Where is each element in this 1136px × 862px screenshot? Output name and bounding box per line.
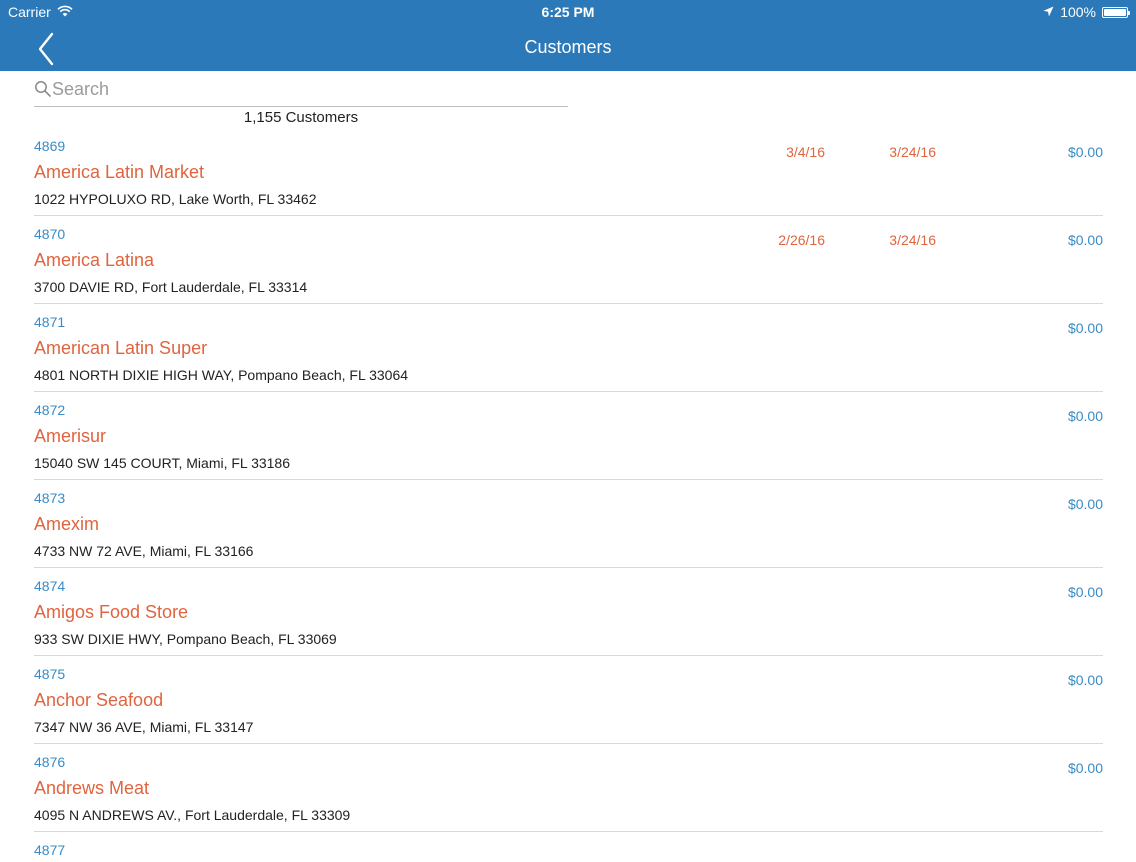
customer-amount: $0.00 (1067, 760, 1103, 776)
customer-address: 4801 NORTH DIXIE HIGH WAY, Pompano Beach… (34, 367, 409, 383)
customer-row[interactable]: 4872 Amerisur 15040 SW 145 COURT, Miami,… (34, 392, 1103, 480)
customer-row[interactable]: 4873 Amexim 4733 NW 72 AVE, Miami, FL 33… (34, 480, 1103, 568)
battery-icon (1102, 6, 1130, 18)
customer-id: 4872 (34, 402, 66, 418)
customer-address: 4095 N ANDREWS AV., Fort Lauderdale, FL … (34, 807, 351, 823)
search-input[interactable] (52, 76, 552, 102)
customer-id: 4875 (34, 666, 66, 682)
customer-amount: $0.00 (1067, 408, 1103, 424)
page-title: Customers (524, 37, 612, 57)
customer-id: 4869 (34, 138, 66, 154)
customer-row[interactable]: 4871 American Latin Super 4801 NORTH DIX… (34, 304, 1103, 392)
customer-id: 4874 (34, 578, 66, 594)
customer-amount: $0.00 (1067, 584, 1103, 600)
customer-id: 4877 (34, 842, 66, 858)
customer-id: 4873 (34, 490, 66, 506)
customer-date-2: 3/24/16 (889, 144, 936, 160)
customer-address: 7347 NW 36 AVE, Miami, FL 33147 (34, 719, 254, 735)
customer-address: 4733 NW 72 AVE, Miami, FL 33166 (34, 543, 254, 559)
customer-amount: $0.00 (1067, 496, 1103, 512)
customer-name: Anchor Seafood (34, 690, 164, 710)
customer-id: 4870 (34, 226, 66, 242)
customer-date-2: 3/24/16 (889, 232, 936, 248)
status-bar: Carrier 6:25 PM 100% (0, 0, 1136, 24)
customer-address: 15040 SW 145 COURT, Miami, FL 33186 (34, 455, 291, 471)
battery-percent: 100% (1060, 4, 1096, 20)
status-time: 6:25 PM (541, 4, 595, 20)
customer-row[interactable]: 4875 Anchor Seafood 7347 NW 36 AVE, Miam… (34, 656, 1103, 744)
customer-row[interactable]: 4870 America Latina 3700 DAVIE RD, Fort … (34, 216, 1103, 304)
nav-bar: Customers (0, 24, 1136, 71)
customer-row[interactable]: 4869 America Latin Market 1022 HYPOLUXO … (34, 128, 1103, 216)
customer-name: Amexim (34, 514, 100, 534)
search-icon (34, 80, 52, 98)
customer-address: 1022 HYPOLUXO RD, Lake Worth, FL 33462 (34, 191, 317, 207)
customer-amount: $0.00 (1067, 320, 1103, 336)
customer-id: 4876 (34, 754, 66, 770)
customer-amount: $0.00 (1067, 672, 1103, 688)
customer-name: Andrews Meat (34, 778, 150, 798)
customer-row-partial[interactable]: 4877 (34, 832, 1103, 862)
customer-row[interactable]: 4874 Amigos Food Store 933 SW DIXIE HWY,… (34, 568, 1103, 656)
customer-list: 4869 America Latin Market 1022 HYPOLUXO … (0, 128, 1136, 862)
customer-name: America Latina (34, 250, 155, 270)
location-arrow-icon (1043, 4, 1054, 20)
customer-count: 1,155 Customers (243, 109, 359, 126)
customer-id: 4871 (34, 314, 66, 330)
customer-name: American Latin Super (34, 338, 208, 358)
customer-date-1: 2/26/16 (778, 232, 825, 248)
status-right: 100% (1043, 4, 1130, 20)
customer-date-1: 3/4/16 (786, 144, 825, 160)
customer-name: Amerisur (34, 426, 107, 446)
customer-address: 3700 DAVIE RD, Fort Lauderdale, FL 33314 (34, 279, 308, 295)
customer-address: 933 SW DIXIE HWY, Pompano Beach, FL 3306… (34, 631, 337, 647)
customer-amount: $0.00 (1067, 232, 1103, 248)
customer-row[interactable]: 4876 Andrews Meat 4095 N ANDREWS AV., Fo… (34, 744, 1103, 832)
header-bar: Carrier 6:25 PM 100% Customers (0, 0, 1136, 71)
search-bar (34, 76, 568, 107)
customer-name: Amigos Food Store (34, 602, 189, 622)
customer-name: America Latin Market (34, 162, 205, 182)
customer-amount: $0.00 (1067, 144, 1103, 160)
